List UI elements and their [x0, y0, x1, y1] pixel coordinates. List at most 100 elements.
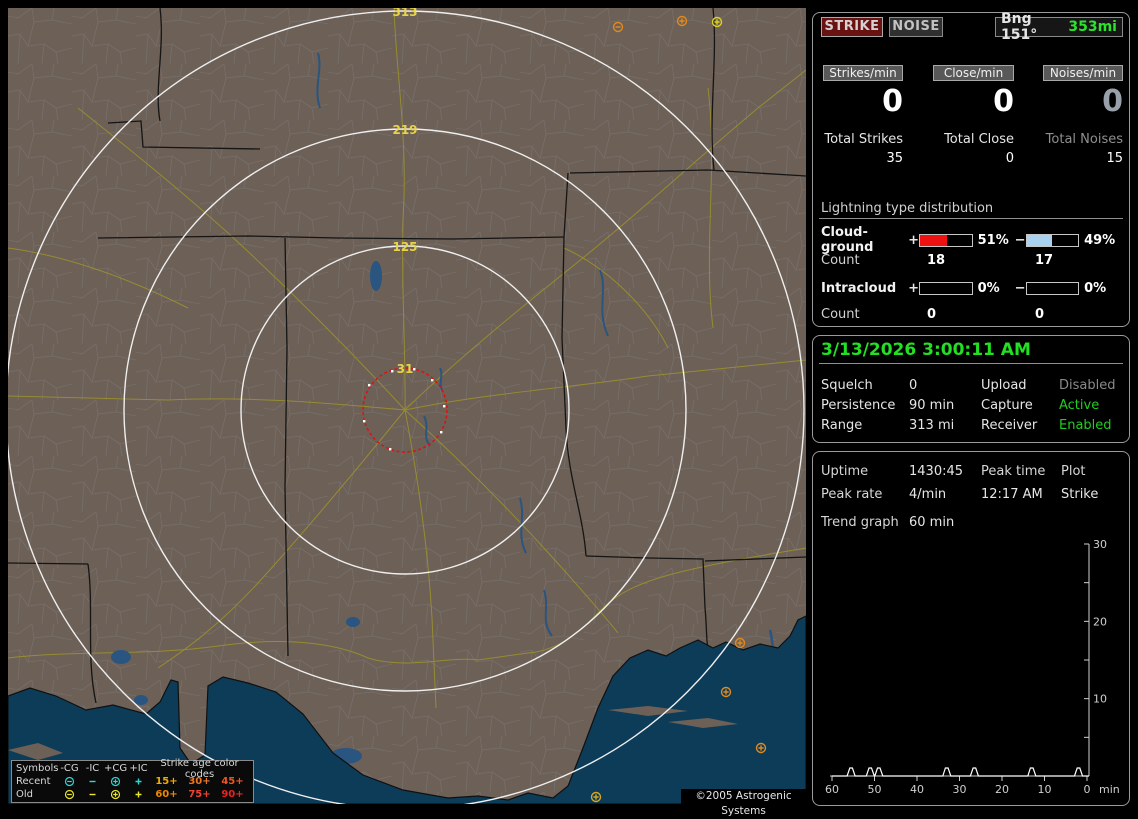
- strike-dot: [413, 368, 416, 371]
- datetime-divider: [819, 363, 1123, 364]
- legend-col-nic: -IC: [85, 763, 100, 774]
- age-code-60: 60+: [155, 789, 178, 800]
- bearing-readout: Bng 151° 353mi: [995, 11, 1123, 43]
- ic-positive-bar: [919, 282, 973, 295]
- ic-negative-bar: [1025, 282, 1080, 295]
- strike-dot: [389, 448, 392, 451]
- receiver-state: Enabled: [1059, 418, 1112, 433]
- persistence-value: 90 min: [909, 398, 955, 413]
- distribution-title: Lightning type distribution: [821, 201, 994, 216]
- ring-label-31: 31: [397, 362, 414, 376]
- legend-recent-row: Recent 15+ 30+ 45+: [16, 775, 249, 788]
- map-canvas: 313 219 125 31: [8, 8, 806, 804]
- trend-x-tick-label: 10: [1038, 783, 1052, 796]
- ic-positive-pct: 0%: [977, 281, 1000, 296]
- cg-plus-sign: +: [908, 232, 920, 248]
- receiver-label: Receiver: [981, 418, 1038, 433]
- strike-dot: [391, 370, 394, 373]
- cg-positive-bar: [919, 233, 973, 247]
- strike-mode-button[interactable]: STRIKE: [821, 17, 883, 37]
- old-ic-plus-icon: [127, 789, 150, 801]
- strike-dot: [431, 379, 434, 382]
- range-value: 313 mi: [909, 418, 955, 433]
- copyright-notice: ©2005 Astrogenic Systems: [681, 789, 806, 817]
- uptime-label: Uptime: [821, 464, 869, 479]
- legend-recent-label: Recent: [16, 776, 51, 787]
- symbol-legend: Symbols -CG -IC +CG +IC Strike age color…: [11, 758, 254, 803]
- total-strikes-label: Total Strikes: [824, 132, 903, 147]
- strikes-per-min-chip[interactable]: Strikes/min: [823, 65, 903, 81]
- trend-y-tick-label: 30: [1093, 538, 1107, 551]
- persistence-label: Persistence: [821, 398, 896, 413]
- total-strikes-value: 35: [886, 151, 903, 166]
- ring-label-313: 313: [392, 8, 417, 19]
- close-per-min-chip[interactable]: Close/min: [933, 65, 1014, 81]
- legend-old-label: Old: [16, 789, 33, 800]
- ic-count-label: Count: [821, 307, 860, 322]
- total-noises-value: 15: [1106, 151, 1123, 166]
- noises-per-min-value: 0: [1102, 84, 1123, 119]
- strike-stats-panel: STRIKE NOISE Bng 151° 353mi Strikes/min …: [812, 11, 1130, 327]
- squelch-label: Squelch: [821, 378, 873, 393]
- cg-positive-count: 18: [927, 253, 946, 268]
- range-label: Range: [821, 418, 863, 433]
- total-noises-label: Total Noises: [1045, 132, 1123, 147]
- strikes-per-min-value: 0: [882, 84, 903, 119]
- age-code-45: 45+: [221, 776, 244, 787]
- legend-header-row: Symbols -CG -IC +CG +IC Strike age color…: [16, 758, 249, 780]
- recent-ic-plus-icon: [127, 776, 150, 788]
- radar-map[interactable]: 313 219 125 31: [8, 8, 806, 804]
- squelch-value: 0: [909, 378, 918, 393]
- noise-mode-button[interactable]: NOISE: [889, 17, 943, 37]
- legend-col-pcg: +CG: [104, 763, 128, 774]
- cg-positive-pct: 51%: [977, 232, 1009, 248]
- trend-series: [832, 767, 1089, 777]
- cg-negative-pct: 49%: [1084, 232, 1116, 248]
- cloud-ground-row: Cloud-ground + 51% − 49%: [821, 225, 1121, 255]
- trend-y-tick-label: 20: [1093, 615, 1107, 628]
- plot-mode-value: Strike: [1061, 487, 1099, 502]
- distribution-divider: [819, 218, 1123, 219]
- trend-graph: 10 20 30 60 50 40 30 20 10 0 min: [825, 538, 1120, 796]
- peak-time-header: Peak time: [981, 464, 1046, 479]
- trend-x-tick-label: 60: [825, 783, 839, 796]
- ic-negative-count: 0: [1035, 307, 1045, 322]
- age-code-90: 90+: [221, 789, 244, 800]
- legend-symbols-header: Symbols: [16, 763, 59, 774]
- receiver-status-panel: 3/13/2026 3:00:11 AM Squelch 0 Upload Di…: [812, 335, 1130, 443]
- age-code-75: 75+: [188, 789, 211, 800]
- old-cg-minus-icon: [58, 789, 81, 801]
- close-per-min-value: 0: [993, 84, 1014, 119]
- noises-per-min-chip[interactable]: Noises/min: [1043, 65, 1123, 81]
- trend-y-tick-label: 10: [1093, 693, 1107, 706]
- ic-minus-sign: −: [1014, 281, 1026, 296]
- total-close-label: Total Close: [944, 132, 1014, 147]
- cg-count-label: Count: [821, 253, 860, 268]
- ring-label-219: 219: [392, 123, 417, 137]
- session-trend-panel: Uptime 1430:45 Peak time Plot Peak rate …: [812, 451, 1130, 806]
- trend-x-tick-label: 30: [953, 783, 967, 796]
- peak-rate-value: 4/min: [909, 487, 947, 502]
- trend-x-tick-label: 40: [910, 783, 924, 796]
- recent-cg-plus-icon: [104, 776, 127, 788]
- trend-x-unit: min: [1099, 783, 1120, 796]
- total-close-value: 0: [1005, 151, 1014, 166]
- intracloud-label: Intracloud: [821, 281, 897, 296]
- peak-time-value: 12:17 AM: [981, 487, 1043, 502]
- uptime-value: 1430:45: [909, 464, 964, 479]
- strike-dot: [363, 420, 366, 423]
- strike-dot: [440, 431, 443, 434]
- cg-negative-count: 17: [1035, 253, 1054, 268]
- trend-x-tick-label: 20: [995, 783, 1009, 796]
- old-cg-plus-icon: [104, 789, 127, 801]
- cg-negative-bar: [1025, 233, 1080, 247]
- age-code-15: 15+: [155, 776, 178, 787]
- trend-graph-label: Trend graph: [821, 515, 899, 530]
- plot-header: Plot: [1061, 464, 1086, 479]
- old-ic-minus-icon: [81, 789, 104, 801]
- ic-negative-pct: 0%: [1084, 281, 1107, 296]
- cg-minus-sign: −: [1014, 232, 1026, 248]
- lightning-monitor-app: { "app": {"copyright": "©2005 Astrogenic…: [0, 0, 1138, 817]
- peak-rate-label: Peak rate: [821, 487, 883, 502]
- recent-cg-minus-icon: [58, 776, 81, 788]
